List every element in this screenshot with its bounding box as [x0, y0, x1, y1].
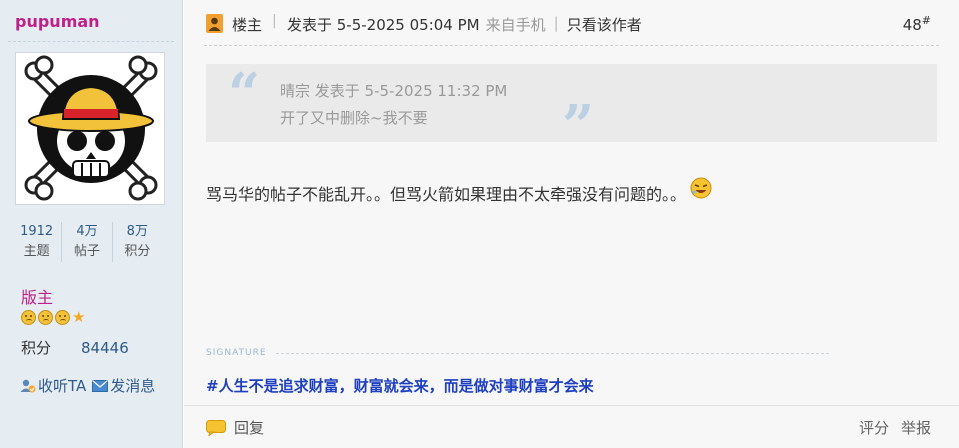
quote-text: 开了又中删除~我不要 [280, 109, 428, 127]
header-separator: | [272, 13, 277, 29]
rank-star-icon: ★ [72, 308, 86, 326]
reply-label: 回复 [234, 419, 265, 437]
header-separator: | [553, 14, 559, 32]
points-label: 积分 [21, 339, 52, 357]
rank-face-icon [21, 310, 36, 325]
reply-bubble-icon [206, 419, 226, 436]
reply-button[interactable]: 回复 [206, 417, 264, 438]
floor-mark: # [921, 14, 931, 27]
points-value: 84446 [81, 339, 129, 357]
thread-starter-icon [206, 14, 223, 33]
quote-block: “ 晴宗 发表于 5-5-2025 11:32 PM 开了又中删除~我不要 ” [206, 61, 937, 154]
post-source: 来自手机 [485, 16, 546, 34]
post-tools: 评分 举报 [859, 417, 931, 438]
post-body: 骂马华的帖子不能乱开。。但骂火箭如果理由不太牵强没有问题的。。 [206, 185, 687, 204]
laughing-emoji-icon [690, 177, 712, 199]
message-label: 发消息 [110, 377, 156, 395]
user-role[interactable]: 版主 [21, 284, 53, 308]
stat-value: 8万 [126, 224, 148, 239]
quote-open-icon: “ [228, 61, 261, 127]
post-header: 楼主 | 发表于 5-5-2025 05:04 PM 来自手机 | 只看该作者 … [184, 0, 959, 46]
stat-threads[interactable]: 1912 主题 [12, 222, 61, 262]
stat-label: 主题 [23, 244, 50, 259]
user-actions: 收听TA 发消息 [20, 375, 155, 396]
rank-face-icon [38, 310, 53, 325]
report-button[interactable]: 举报 [901, 417, 931, 438]
signature-label: SIGNATURE [206, 348, 267, 358]
stat-credits[interactable]: 8万 积分 [111, 222, 162, 262]
floor-value: 48 [902, 16, 922, 34]
sidebar-divider [8, 41, 174, 42]
rank-icons: ★ [21, 310, 85, 325]
user-sidebar: pupuman 1912 主题 4万 帖子 8万 积分 版主 ★ 积分 8444… [0, 0, 183, 448]
only-author-link[interactable]: 只看该作者 [567, 14, 642, 35]
signature-divider [276, 353, 829, 354]
header-divider [204, 45, 939, 46]
stat-posts[interactable]: 4万 帖子 [61, 222, 111, 262]
post-meta: 发表于 5-5-2025 05:04 PM 来自手机 | 只看该作者 [287, 14, 642, 35]
jolly-roger-avatar-icon [24, 55, 158, 201]
post-time: 发表于 5-5-2025 05:04 PM [287, 16, 480, 34]
send-message-button[interactable]: 发消息 [92, 375, 155, 396]
rank-face-icon [55, 310, 70, 325]
mail-icon [92, 379, 109, 392]
post-main: 楼主 | 发表于 5-5-2025 05:04 PM 来自手机 | 只看该作者 … [184, 0, 959, 448]
post-footer: 回复 评分 举报 [184, 405, 959, 448]
stat-value: 1912 [20, 224, 54, 239]
username-link[interactable]: pupuman [15, 12, 100, 31]
quote-meta: 晴宗 发表于 5-5-2025 11:32 PM [280, 82, 508, 100]
stat-label: 积分 [124, 244, 151, 259]
stat-value: 4万 [76, 224, 98, 239]
follow-user-icon [20, 379, 36, 392]
follow-button[interactable]: 收听TA [20, 375, 86, 396]
signature-text[interactable]: #人生不是追求财富，财富就会来，而是做对事财富才会来 [206, 375, 594, 396]
op-label: 楼主 [232, 16, 263, 34]
floor-number[interactable]: 48# [903, 14, 931, 34]
rate-button[interactable]: 评分 [859, 417, 889, 438]
avatar[interactable] [15, 52, 165, 205]
user-points: 积分 84446 [21, 337, 129, 358]
follow-label: 收听TA [38, 377, 87, 395]
quote-close-icon: ” [562, 93, 595, 159]
stat-label: 帖子 [73, 244, 100, 259]
post-content: 骂马华的帖子不能乱开。。但骂火箭如果理由不太牵强没有问题的。。 [206, 177, 712, 205]
user-stats: 1912 主题 4万 帖子 8万 积分 [12, 222, 162, 262]
